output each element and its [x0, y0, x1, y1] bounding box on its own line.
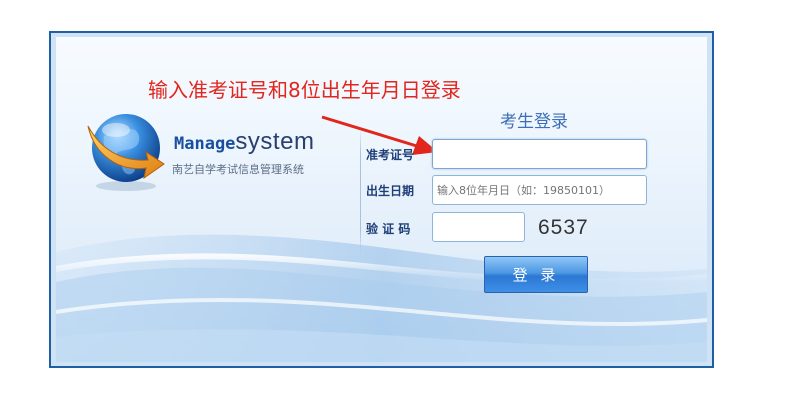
globe-arrow-icon	[87, 114, 165, 191]
login-form-title: 考生登录	[500, 112, 568, 132]
logo-word-manage: Manage	[174, 134, 236, 154]
exam-number-label: 准考证号	[366, 148, 415, 162]
captcha-input[interactable]	[432, 212, 525, 242]
captcha-image[interactable]: 6537	[538, 216, 589, 240]
birth-date-input[interactable]	[432, 175, 647, 205]
captcha-label: 验 证 码	[366, 222, 411, 236]
instruction-annotation: 输入准考证号和8位出生年月日登录	[148, 78, 461, 102]
panel-divider	[360, 128, 361, 256]
logo-title: Managesystem	[174, 128, 314, 156]
system-subtitle: 南艺自学考试信息管理系统	[172, 163, 304, 176]
login-button[interactable]: 登 录	[484, 256, 588, 293]
logo-word-system: system	[235, 128, 315, 155]
birth-date-label: 出生日期	[366, 184, 415, 198]
exam-number-input[interactable]	[432, 139, 647, 169]
